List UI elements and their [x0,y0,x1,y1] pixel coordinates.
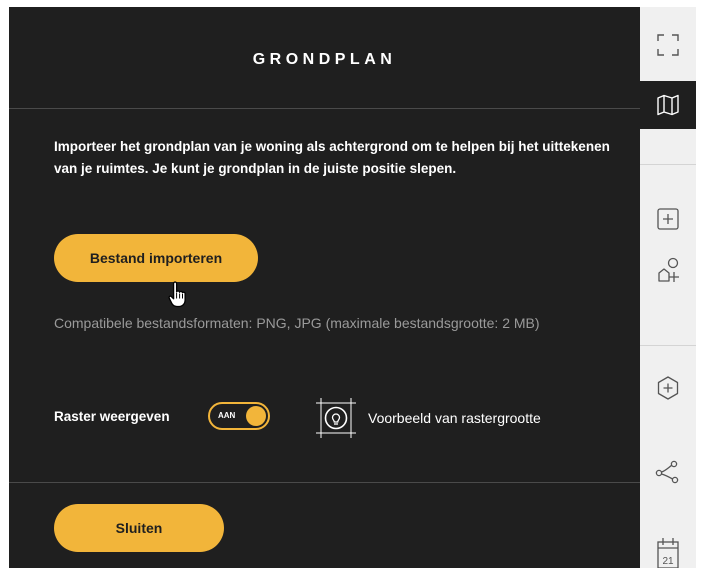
fullscreen-button[interactable] [640,23,696,67]
add-room-button[interactable] [640,197,696,241]
map-icon [657,94,679,116]
calendar-button[interactable]: 21 [640,533,696,573]
panel-description: Importeer het grondplan van je woning al… [54,139,610,176]
footer-divider [9,482,640,483]
share-button[interactable] [640,447,696,497]
toggle-state-label: AAN [218,411,236,420]
grid-size-preview-label[interactable]: Voorbeeld van rastergrootte [368,410,541,426]
fullscreen-icon [657,34,679,56]
add-object-button[interactable] [640,365,696,411]
toggle-knob [246,406,266,426]
add-square-icon [657,208,679,230]
compatible-formats-text: Compatibele bestandsformaten: PNG, JPG (… [54,315,540,331]
title-divider [9,108,640,109]
calendar-day-label: 21 [662,556,674,567]
import-file-button[interactable]: Bestand importeren [54,234,258,282]
grid-display-label: Raster weergeven [54,409,170,424]
floorplan-panel: GRONDPLAN Importeer het grondplan van je… [9,7,640,568]
close-button[interactable]: Sluiten [54,504,224,552]
add-hexagon-icon [657,376,679,400]
toolbar-divider [640,345,696,346]
panel-title: GRONDPLAN [252,51,397,68]
hand-pointer-cursor-icon [168,281,186,308]
add-shape-button[interactable] [640,247,696,293]
grid-display-toggle[interactable]: AAN [208,402,270,430]
calendar-icon: 21 [657,538,679,568]
shapes-add-icon [658,257,679,282]
share-nodes-icon [655,460,679,484]
grid-size-preview-icon[interactable] [313,395,359,441]
floorplan-tool-button[interactable] [640,81,696,129]
toolbar-divider [640,164,696,165]
right-toolbar: 21 [640,7,696,568]
